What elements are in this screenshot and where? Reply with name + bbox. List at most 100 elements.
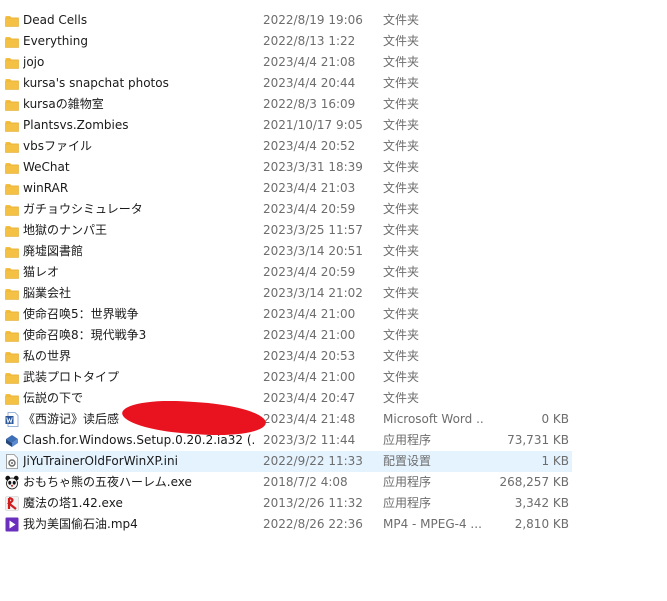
file-date-modified: 2021/10/17 9:05 xyxy=(263,118,363,132)
file-date-modified: 2023/3/14 20:51 xyxy=(263,244,363,258)
folder-icon xyxy=(5,202,19,217)
folder-icon xyxy=(5,265,19,280)
word-document-icon xyxy=(5,412,19,427)
file-row[interactable]: 脳業会社 2023/3/14 21:02 文件夹 xyxy=(0,283,572,304)
file-name: kursa's snapchat photos xyxy=(23,76,169,90)
file-row[interactable]: kursaの雑物室 2022/8/3 16:09 文件夹 xyxy=(0,94,572,115)
file-type: MP4 - MPEG-4 ... xyxy=(383,517,482,531)
file-row[interactable]: 地獄のナンパ王 2023/3/25 11:57 文件夹 xyxy=(0,220,572,241)
file-row[interactable]: Dead Cells 2022/8/19 19:06 文件夹 xyxy=(0,10,572,31)
file-size: 73,731 KB xyxy=(507,433,569,447)
folder-icon xyxy=(5,139,19,154)
file-row[interactable]: 《西游记》读后感 2023/4/4 21:48 Microsoft Word ...… xyxy=(0,409,572,430)
file-row[interactable]: winRAR 2023/4/4 21:03 文件夹 xyxy=(0,178,572,199)
file-date-modified: 2023/4/4 21:00 xyxy=(263,307,356,321)
folder-icon xyxy=(5,13,19,28)
file-name: winRAR xyxy=(23,181,69,195)
file-row[interactable]: 廃墟図書館 2023/3/14 20:51 文件夹 xyxy=(0,241,572,262)
file-date-modified: 2023/3/14 21:02 xyxy=(263,286,363,300)
folder-icon xyxy=(5,370,19,385)
file-list: Dead Cells 2022/8/19 19:06 文件夹 Everything 2… xyxy=(0,10,667,535)
file-row[interactable]: Clash.for.Windows.Setup.0.20.2.ia32 (...… xyxy=(0,430,572,451)
folder-icon xyxy=(5,349,19,364)
file-type: 文件夹 xyxy=(383,328,420,342)
file-name: WeChat xyxy=(23,160,70,174)
folder-icon xyxy=(5,328,19,343)
file-name: Everything xyxy=(23,34,88,48)
folder-icon xyxy=(5,97,19,112)
folder-icon xyxy=(5,55,19,70)
file-row[interactable]: 私の世界 2023/4/4 20:53 文件夹 xyxy=(0,346,572,367)
file-row[interactable]: jojo 2023/4/4 21:08 文件夹 xyxy=(0,52,572,73)
file-type: 应用程序 xyxy=(383,496,432,510)
file-type: 文件夹 xyxy=(383,139,420,153)
file-name: 脳業会社 xyxy=(23,286,72,300)
file-row[interactable]: 武装プロトタイプ 2023/4/4 21:00 文件夹 xyxy=(0,367,572,388)
file-date-modified: 2022/8/26 22:36 xyxy=(263,517,363,531)
file-row[interactable]: 猫レオ 2023/4/4 20:59 文件夹 xyxy=(0,262,572,283)
folder-icon xyxy=(5,118,19,133)
file-name: 廃墟図書館 xyxy=(23,244,84,258)
file-name: vbsファイル xyxy=(23,139,92,153)
setup-installer-icon xyxy=(5,433,19,448)
file-size: 0 KB xyxy=(541,412,569,426)
file-date-modified: 2023/4/4 20:59 xyxy=(263,202,356,216)
panda-app-icon xyxy=(5,475,19,490)
folder-icon xyxy=(5,286,19,301)
file-name: JiYuTrainerOldForWinXP.ini xyxy=(23,454,178,468)
file-date-modified: 2023/4/4 21:08 xyxy=(263,55,356,69)
file-row[interactable]: 我为美国偷石油.mp4 2022/8/26 22:36 MP4 - MPEG-4 .… xyxy=(0,514,572,535)
file-size: 3,342 KB xyxy=(514,496,569,510)
file-type: 文件夹 xyxy=(383,349,420,363)
file-type: 文件夹 xyxy=(383,34,420,48)
file-name: Plantsvs.Zombies xyxy=(23,118,129,132)
file-row[interactable]: ガチョウシミュレータ 2023/4/4 20:59 文件夹 xyxy=(0,199,572,220)
file-name: 我为美国偷石油.mp4 xyxy=(23,517,138,531)
file-type: 文件夹 xyxy=(383,160,420,174)
file-type: 文件夹 xyxy=(383,76,420,90)
file-name: 私の世界 xyxy=(23,349,72,363)
file-type: 文件夹 xyxy=(383,244,420,258)
file-row[interactable]: JiYuTrainerOldForWinXP.ini 2022/9/22 11:3… xyxy=(0,451,572,472)
file-name: 使命召唤8：現代戦争3 xyxy=(23,328,147,342)
file-date-modified: 2023/4/4 20:47 xyxy=(263,391,356,405)
file-type: 文件夹 xyxy=(383,223,420,237)
file-type: 文件夹 xyxy=(383,55,420,69)
file-type: 文件夹 xyxy=(383,181,420,195)
file-date-modified: 2023/3/31 18:39 xyxy=(263,160,363,174)
folder-icon xyxy=(5,76,19,91)
file-type: 文件夹 xyxy=(383,370,420,384)
file-date-modified: 2023/4/4 21:00 xyxy=(263,370,356,384)
file-size: 2,810 KB xyxy=(514,517,569,531)
file-row[interactable]: 使命召唤5：世界戦争 2023/4/4 21:00 文件夹 xyxy=(0,304,572,325)
file-type: 配置设置 xyxy=(383,454,432,468)
file-name: 武装プロトタイプ xyxy=(23,370,120,384)
file-date-modified: 2023/3/25 11:57 xyxy=(263,223,363,237)
file-row[interactable]: 魔法の塔1.42.exe 2013/2/26 11:32 应用程序 3,342 KB xyxy=(0,493,572,514)
file-type: 文件夹 xyxy=(383,13,420,27)
file-row[interactable]: kursa's snapchat photos 2023/4/4 20:44 文件夹 xyxy=(0,73,572,94)
file-row[interactable]: WeChat 2023/3/31 18:39 文件夹 xyxy=(0,157,572,178)
folder-icon xyxy=(5,307,19,322)
file-date-modified: 2023/4/4 21:48 xyxy=(263,412,356,426)
folder-icon xyxy=(5,391,19,406)
file-row[interactable]: 使命召唤8：現代戦争3 2023/4/4 21:00 文件夹 xyxy=(0,325,572,346)
file-date-modified: 2023/4/4 21:00 xyxy=(263,328,356,342)
file-type: Microsoft Word ... xyxy=(383,412,483,426)
file-name: 使命召唤5：世界戦争 xyxy=(23,307,139,321)
file-row[interactable]: vbsファイル 2023/4/4 20:52 文件夹 xyxy=(0,136,572,157)
file-date-modified: 2013/2/26 11:32 xyxy=(263,496,363,510)
file-date-modified: 2023/4/4 20:52 xyxy=(263,139,356,153)
file-name: ガチョウシミュレータ xyxy=(23,202,143,216)
file-row[interactable]: Everything 2022/8/13 1:22 文件夹 xyxy=(0,31,572,52)
file-type: 应用程序 xyxy=(383,433,432,447)
file-date-modified: 2023/3/2 11:44 xyxy=(263,433,356,447)
file-date-modified: 2023/4/4 20:59 xyxy=(263,265,356,279)
folder-icon xyxy=(5,244,19,259)
config-file-icon xyxy=(5,454,19,469)
file-row[interactable]: おもちゃ熊の五夜ハーレム.exe 2018/7/2 4:08 应用程序 268,257… xyxy=(0,472,572,493)
file-name: kursaの雑物室 xyxy=(23,97,104,111)
file-row[interactable]: Plantsvs.Zombies 2021/10/17 9:05 文件夹 xyxy=(0,115,572,136)
file-row[interactable]: 伝説の下で 2023/4/4 20:47 文件夹 xyxy=(0,388,572,409)
file-size: 268,257 KB xyxy=(499,475,569,489)
